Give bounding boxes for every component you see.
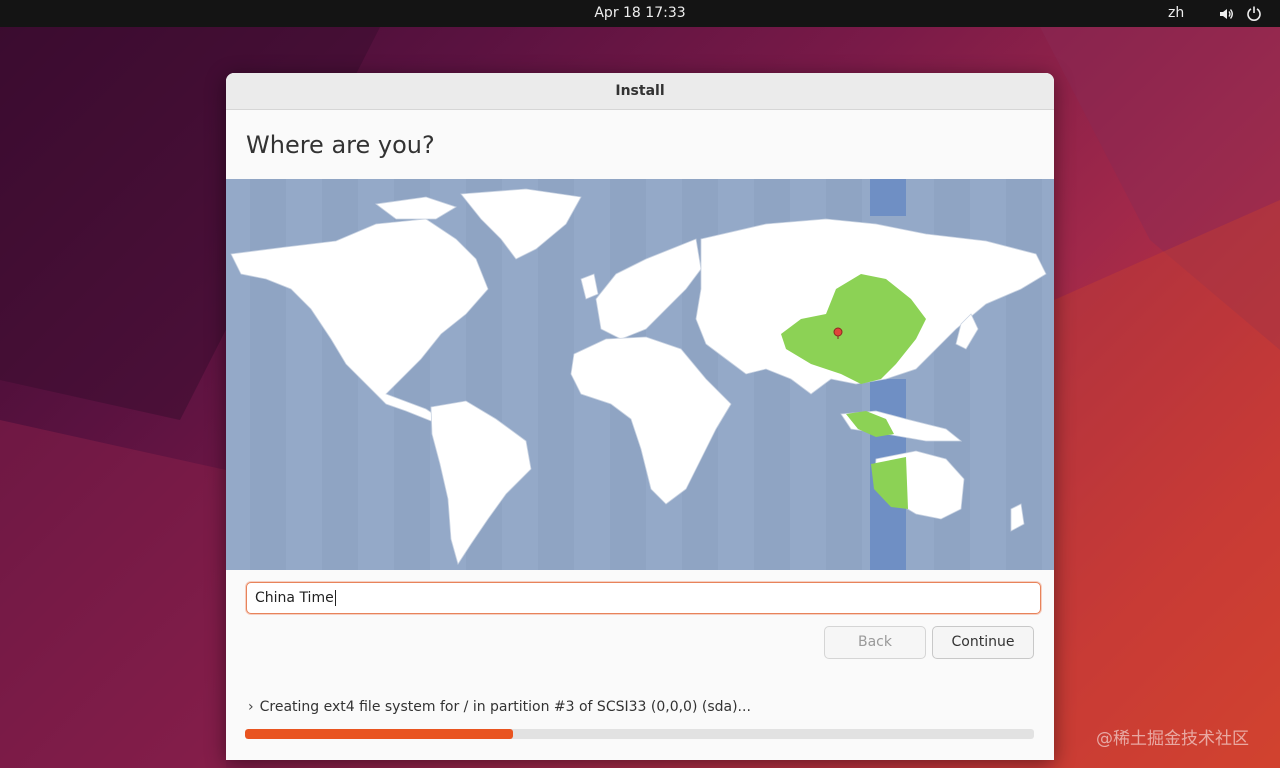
timezone-map[interactable] — [226, 179, 1054, 570]
text-cursor — [334, 590, 336, 606]
watermark: @稀土掘金技术社区 — [1096, 729, 1249, 749]
installer-window: Install Where are you? China Time Back C… — [226, 73, 1054, 760]
volume-icon[interactable] — [1218, 6, 1234, 22]
power-icon[interactable] — [1246, 5, 1262, 21]
top-bar: Apr 18 17:33 zh — [0, 0, 1280, 27]
window-title: Install — [226, 73, 1054, 110]
progress-fill — [245, 729, 514, 739]
input-method-indicator[interactable]: zh — [1168, 5, 1184, 21]
install-status[interactable]: › Creating ext4 file system for / in part… — [248, 699, 751, 715]
back-button[interactable]: Back — [824, 626, 926, 659]
timezone-value: China Time — [255, 590, 334, 606]
continue-button[interactable]: Continue — [932, 626, 1034, 659]
timezone-input[interactable]: China Time — [246, 582, 1041, 614]
chevron-right-icon[interactable]: › — [248, 699, 254, 715]
status-text: Creating ext4 file system for / in parti… — [259, 699, 751, 715]
selected-timezone-band — [870, 179, 906, 216]
page-heading: Where are you? — [226, 110, 1054, 180]
progress-bar — [245, 729, 1034, 739]
clock[interactable]: Apr 18 17:33 — [0, 5, 1280, 21]
